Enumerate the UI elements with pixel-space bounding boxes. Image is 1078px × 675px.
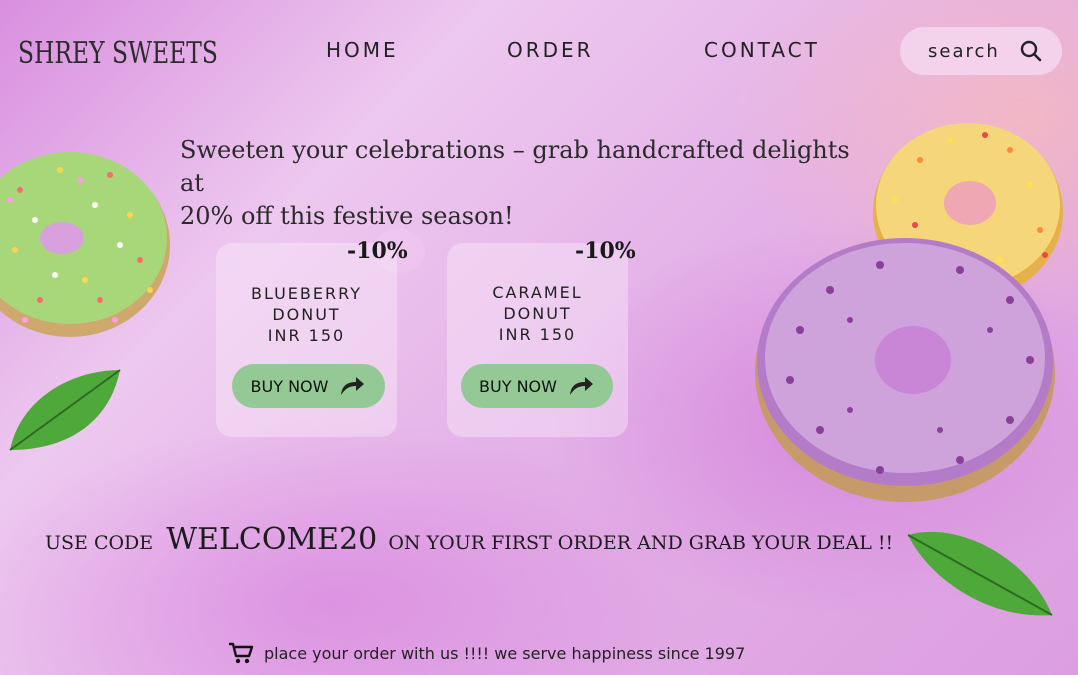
- product-price: INR 150: [498, 325, 577, 344]
- leaf-image: [907, 531, 1053, 616]
- discount-badge: -10%: [347, 238, 408, 264]
- promo-banner: USE CODE WELCOME20 ON YOUR FIRST ORDER A…: [45, 522, 893, 557]
- product-name-line-1: BLUEBERRY: [251, 284, 362, 303]
- buy-now-button[interactable]: BUY NOW: [461, 364, 613, 408]
- blueberry-donut-image: [755, 238, 1055, 502]
- search-icon[interactable]: [1020, 40, 1042, 62]
- leaf-image: [9, 369, 121, 451]
- hero-line-2: 20% off this festive season!: [180, 202, 514, 230]
- nav-contact[interactable]: CONTACT: [704, 38, 820, 62]
- search-box[interactable]: search: [900, 27, 1062, 75]
- green-donut-image: [0, 152, 170, 337]
- promo-prefix: USE CODE: [45, 532, 154, 554]
- brand-name: SHREY SWEETS: [18, 35, 218, 71]
- hero-line-1: Sweeten your celebrations – grab handcra…: [180, 136, 850, 197]
- discount-badge: -10%: [575, 238, 636, 264]
- footer-tagline: place your order with us !!!! we serve h…: [228, 642, 745, 664]
- nav-order[interactable]: ORDER: [507, 38, 594, 62]
- nav-home[interactable]: HOME: [326, 38, 399, 62]
- promo-code: WELCOME20: [166, 522, 378, 557]
- hero-headline: Sweeten your celebrations – grab handcra…: [180, 134, 870, 233]
- product-price: INR 150: [267, 326, 346, 345]
- product-title: CARAMEL DONUT INR 150: [447, 282, 628, 345]
- buy-now-label: BUY NOW: [250, 376, 329, 396]
- buy-now-label: BUY NOW: [479, 376, 557, 396]
- promo-suffix: ON YOUR FIRST ORDER AND GRAB YOUR DEAL !…: [388, 532, 894, 554]
- product-name-line-2: DONUT: [272, 305, 341, 324]
- share-arrow-icon: [569, 377, 593, 395]
- footer-text: place your order with us !!!! we serve h…: [264, 643, 746, 663]
- cart-icon: [229, 642, 254, 664]
- search-label: search: [928, 40, 1000, 62]
- product-title: BLUEBERRY DONUT INR 150: [216, 283, 397, 346]
- product-name-line-2: DONUT: [503, 304, 572, 323]
- buy-now-button[interactable]: BUY NOW: [232, 364, 385, 408]
- product-name-line-1: CARAMEL: [492, 283, 583, 302]
- brand-logo[interactable]: SHREY SWEETS: [12, 18, 272, 88]
- share-arrow-icon: [341, 377, 365, 395]
